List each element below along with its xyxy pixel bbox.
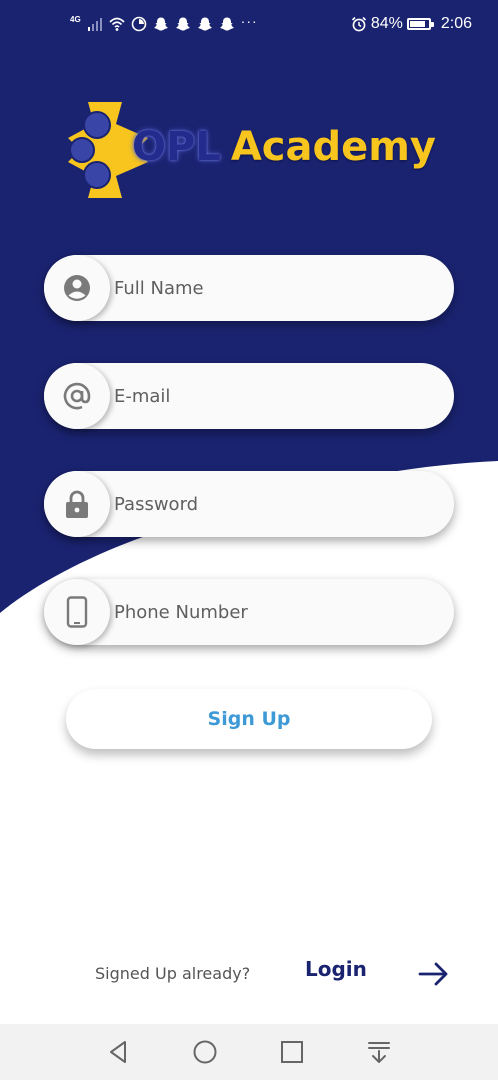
clock: 2:06 xyxy=(440,15,472,32)
snapchat-icon xyxy=(219,17,234,31)
lock-icon xyxy=(66,490,88,518)
signal-icon xyxy=(87,18,102,31)
wifi-icon xyxy=(109,17,125,31)
arrow-right-icon[interactable] xyxy=(418,960,450,988)
full-name-input[interactable] xyxy=(114,255,434,321)
phone-field[interactable] xyxy=(44,579,454,645)
battery-percent: 84% xyxy=(370,15,403,32)
smartphone-icon xyxy=(66,596,88,628)
more-notifications-indicator: ··· xyxy=(240,13,258,29)
email-input[interactable] xyxy=(114,363,434,429)
login-link[interactable]: Login xyxy=(305,957,367,981)
logo-prefix: OPL xyxy=(132,124,221,170)
password-input[interactable] xyxy=(114,471,434,537)
snapchat-icon xyxy=(197,17,212,31)
password-field[interactable] xyxy=(44,471,454,537)
home-icon[interactable] xyxy=(191,1038,219,1066)
sign-up-button[interactable]: Sign Up xyxy=(66,689,432,749)
signed-up-already-text: Signed Up already? xyxy=(95,964,251,983)
notification-pull-icon[interactable] xyxy=(365,1038,393,1066)
password-icon-wrap xyxy=(44,471,110,537)
status-left: 4G ··· xyxy=(70,13,258,34)
account-circle-icon xyxy=(64,275,90,301)
battery-icon xyxy=(406,18,434,30)
snapchat-icon xyxy=(175,17,190,31)
snapchat-icon xyxy=(153,17,168,31)
logo-text: OPL Academy xyxy=(132,124,436,170)
status-bar: 4G ··· 84% 2:06 xyxy=(0,0,498,48)
full-name-icon-wrap xyxy=(44,255,110,321)
phone-icon-wrap xyxy=(44,579,110,645)
email-icon-wrap xyxy=(44,363,110,429)
full-name-field[interactable] xyxy=(44,255,454,321)
phone-input[interactable] xyxy=(114,579,434,645)
logo: OPL Academy xyxy=(60,98,450,202)
recents-icon[interactable] xyxy=(278,1038,306,1066)
email-field[interactable] xyxy=(44,363,454,429)
network-label: 4G xyxy=(70,14,81,24)
logo-name: Academy xyxy=(230,124,436,170)
battery-fill xyxy=(409,21,425,27)
at-sign-icon xyxy=(63,382,91,410)
status-right: 84% 2:06 xyxy=(351,14,472,34)
navigation-bar xyxy=(0,1024,498,1080)
data-saver-icon xyxy=(131,16,146,32)
alarm-icon xyxy=(351,16,366,32)
back-icon[interactable] xyxy=(104,1038,132,1066)
